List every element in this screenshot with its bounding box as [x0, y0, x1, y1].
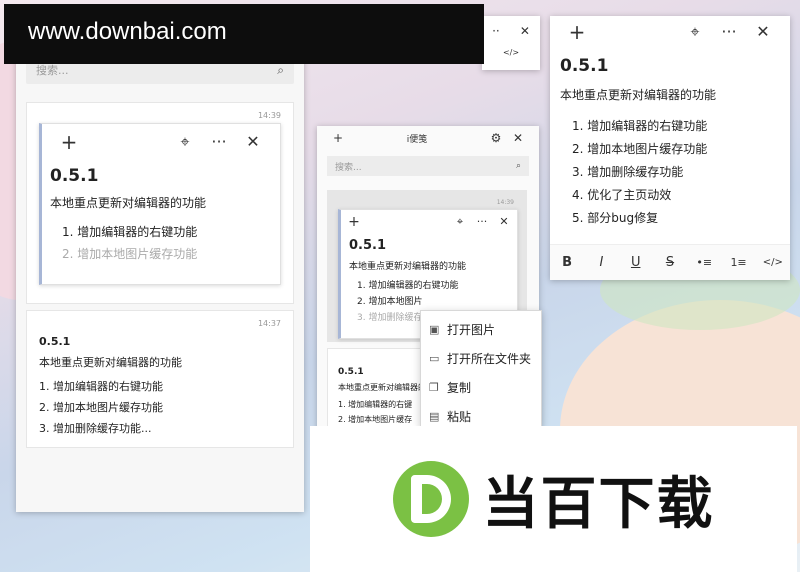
menu-item-label: 复制	[447, 381, 472, 395]
search-icon[interactable]: ⌕	[516, 161, 521, 171]
underline-button[interactable]: U	[622, 255, 650, 270]
editor-content[interactable]: 0.5.1 本地重点更新对编辑器的功能 1. 增加编辑器的右键功能 2. 增加本…	[550, 48, 790, 240]
close-icon[interactable]: ✕	[236, 126, 270, 158]
note-list-item: 1. 增加编辑器的右键功能	[62, 225, 198, 239]
search-input[interactable]: 搜索...	[36, 62, 69, 78]
note-list-item: 3. 增加删除缓存功能...	[39, 422, 152, 435]
note-list-item: 1. 增加编辑器的右键功能	[357, 281, 459, 291]
note-list-item: 1. 增加编辑器的右键功能	[572, 119, 708, 133]
folder-icon: ▭	[429, 352, 440, 365]
image-icon: ▣	[429, 323, 440, 336]
search-box[interactable]: 搜索... ⌕	[327, 156, 529, 176]
pin-icon[interactable]: ⌖	[678, 16, 712, 48]
more-icon[interactable]: ···	[471, 210, 493, 234]
note-title-bar: + ⌖ ··· ✕	[341, 210, 517, 234]
note-list-item: 2. 增加本地图片缓存功能	[62, 247, 198, 261]
note-summary: 本地重点更新对编辑器的功能	[349, 262, 467, 272]
add-icon[interactable]: +	[52, 126, 86, 158]
pin-icon[interactable]: ⌖	[449, 210, 471, 234]
note-editor-window: + ⌖ ··· ✕ 0.5.1 本地重点更新对编辑器的功能 1. 增加编辑器的右…	[550, 16, 790, 280]
note-title-bar: + ⌖ ··· ✕	[42, 124, 280, 160]
pin-icon[interactable]: ⌖	[168, 126, 202, 158]
note-summary: 本地重点更新对编辑器的功能	[39, 356, 182, 369]
note-list-item: 2. 增加本地图片缓存功能	[39, 401, 163, 414]
partial-note-window: ·· ✕ </>	[482, 16, 540, 70]
note-list-item: 2. 增加本地图片缓存功能	[572, 142, 708, 156]
note-heading: 0.5.1	[560, 56, 609, 76]
add-icon[interactable]: +	[560, 16, 594, 48]
copy-icon: ❐	[429, 381, 439, 394]
brand-logo: 当百下载	[310, 426, 797, 572]
logo-mark-icon	[392, 461, 469, 537]
app-title-bar: + i便笺 ⚙ ✕	[317, 126, 539, 150]
note-summary: 本地重点更新对编辑器的功能	[50, 196, 207, 210]
menu-item-label: 打开所在文件夹	[447, 352, 532, 366]
more-icon[interactable]: ···	[202, 126, 236, 158]
logo-text: 当百下载	[482, 471, 715, 537]
close-icon[interactable]: ✕	[493, 210, 515, 234]
menu-item-open-image[interactable]: ▣ 打开图片	[421, 315, 541, 344]
note-list-item: 1. 增加编辑器的右键功能	[39, 380, 163, 393]
note-preview-window: + ⌖ ··· ✕ 0.5.1 本地重点更新对编辑器的功能 1. 增加编辑器的右…	[39, 123, 281, 285]
italic-button[interactable]: I	[587, 255, 615, 270]
note-card[interactable]: 14:37 0.5.1 本地重点更新对编辑器的功能 1. 增加编辑器的右键功能 …	[26, 310, 294, 448]
context-menu: ▣ 打开图片 ▭ 打开所在文件夹 ❐ 复制 ▤ 粘贴	[420, 310, 542, 428]
more-icon[interactable]: ···	[712, 16, 746, 48]
gear-icon[interactable]: ⚙	[485, 126, 507, 150]
note-heading: 0.5.1	[349, 238, 387, 253]
note-summary: 本地重点更新对编辑器的功能	[560, 88, 717, 102]
close-icon[interactable]: ✕	[507, 126, 529, 150]
note-time: 14:37	[257, 319, 281, 328]
menu-item-copy[interactable]: ❐ 复制	[421, 373, 541, 402]
menu-item-label: 打开图片	[447, 323, 496, 337]
code-button[interactable]: </>	[759, 257, 787, 268]
editor-title-bar: + ⌖ ··· ✕	[550, 16, 790, 48]
close-icon[interactable]: ✕	[746, 16, 780, 48]
numbered-list-button[interactable]: 1≡	[725, 256, 753, 269]
note-time: 14:39	[496, 199, 514, 206]
search-icon[interactable]: ⌕	[277, 63, 284, 78]
note-card[interactable]: 14:39 + ⌖ ··· ✕ 0.5.1 本地重点更新对编辑器的功能 1. 增…	[26, 102, 294, 304]
add-icon[interactable]: +	[343, 210, 365, 234]
app-title: i便笺	[406, 134, 428, 145]
close-icon[interactable]: ✕	[520, 24, 530, 38]
note-time: 14:39	[257, 111, 281, 120]
format-toolbar: B I U S •≡ 1≡ </>	[550, 244, 790, 280]
more-icon[interactable]: ··	[492, 24, 500, 38]
bullet-list-button[interactable]: •≡	[690, 256, 718, 269]
menu-item-label: 粘贴	[447, 410, 472, 424]
search-input[interactable]: 搜索...	[335, 160, 362, 173]
bold-button[interactable]: B	[553, 255, 581, 270]
strikethrough-button[interactable]: S	[656, 255, 684, 270]
menu-item-open-folder[interactable]: ▭ 打开所在文件夹	[421, 344, 541, 373]
code-icon[interactable]: </>	[482, 48, 540, 57]
note-list-item: 2. 增加本地图片	[357, 297, 423, 307]
note-list-item: 3. 增加删除缓存功能	[572, 165, 684, 179]
add-icon[interactable]: +	[327, 126, 349, 150]
watermark: www.downbai.com	[4, 4, 484, 64]
notes-list-window: 搜索... ⌕ 14:39 + ⌖ ··· ✕ 0.5.1 本地重点更新对编辑器…	[16, 32, 304, 512]
note-heading: 0.5.1	[39, 335, 71, 348]
note-list-item: 5. 部分bug修复	[572, 211, 659, 225]
note-list-item: 4. 优化了主页动效	[572, 188, 672, 202]
paste-icon: ▤	[429, 410, 440, 423]
note-heading: 0.5.1	[50, 166, 99, 186]
